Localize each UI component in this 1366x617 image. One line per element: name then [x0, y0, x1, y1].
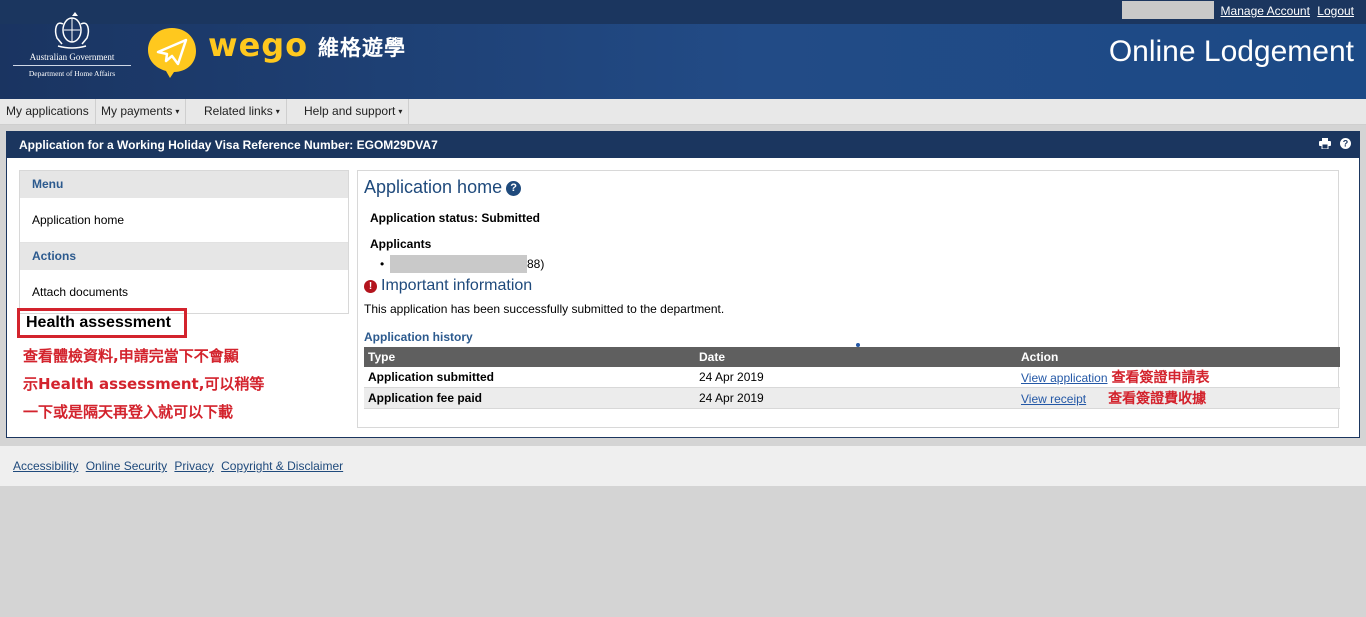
application-frame: Application for a Working Holiday Visa R…	[6, 131, 1360, 438]
important-information-heading: ! Important information	[364, 277, 532, 295]
manage-account-link[interactable]: Manage Account	[1221, 4, 1310, 18]
help-icon[interactable]: ?	[506, 181, 522, 196]
nav-my-applications[interactable]: My applications	[0, 99, 96, 124]
menu-section-menu: Menu	[20, 171, 348, 198]
applicants-label: Applicants	[370, 237, 432, 251]
copyright-disclaimer-link[interactable]: Copyright & Disclaimer	[221, 459, 343, 473]
health-assessment-annotation: Health assessment	[17, 308, 187, 338]
redacted-applicant-name	[390, 255, 527, 273]
privacy-link[interactable]: Privacy	[174, 459, 213, 473]
view-application-link[interactable]: View application	[1021, 371, 1108, 385]
nav-label: Related links	[204, 104, 273, 118]
side-menu: Menu Application home Actions Attach doc…	[19, 170, 349, 314]
footer-links: Accessibility Online Security Privacy Co…	[13, 459, 347, 473]
frame-tools: ?	[1313, 132, 1351, 158]
gov-divider	[13, 65, 131, 66]
wego-brand: wego	[208, 26, 309, 64]
cell-type: Application fee paid	[364, 387, 695, 409]
table-row: Application fee paid 24 Apr 2019 View re…	[364, 387, 1340, 409]
application-status: Application status: Submitted	[370, 211, 541, 225]
nav-label: My payments	[101, 104, 173, 118]
note-line: 一下或是隔天再登入就可以下載	[23, 403, 234, 421]
department-name: Department of Home Affairs	[28, 69, 116, 78]
main-nav: My applications My payments ▾ Related lin…	[0, 99, 1366, 125]
nav-label: My applications	[6, 104, 89, 118]
menu-item-application-home[interactable]: Application home	[20, 198, 348, 243]
cell-type: Application submitted	[364, 367, 695, 388]
important-title: Important information	[381, 277, 533, 294]
nav-related-links[interactable]: Related links ▾	[198, 99, 287, 124]
accessibility-link[interactable]: Accessibility	[13, 459, 78, 473]
cell-action: View application 查看簽證申請表	[1017, 367, 1340, 388]
menu-section-actions: Actions	[20, 243, 348, 270]
cell-action: View receipt 查看簽證費收據	[1017, 387, 1340, 409]
application-home-panel: Application home? Application status: Su…	[357, 170, 1340, 428]
chevron-down-icon: ▾	[275, 107, 280, 116]
chevron-down-icon: ▾	[175, 107, 180, 116]
note-line: 查看體檢資料,申請完當下不會顯	[23, 347, 239, 365]
note-line: 示Health assessment,可以稍等	[23, 375, 265, 393]
logout-link[interactable]: Logout	[1317, 4, 1354, 18]
table-header-row: Type Date Action	[364, 347, 1340, 367]
column-header-action: Action	[1017, 347, 1340, 367]
site-footer: Accessibility Online Security Privacy Co…	[0, 446, 1366, 486]
print-icon[interactable]	[1318, 138, 1334, 152]
column-header-type: Type	[364, 347, 695, 367]
nav-label: Help and support	[304, 104, 396, 118]
panel-title-text: Application home	[364, 177, 503, 197]
chevron-down-icon: ▾	[398, 107, 403, 116]
svg-text:?: ?	[1343, 139, 1349, 149]
action-annotation: 查看簽證費收據	[1108, 391, 1207, 407]
help-icon[interactable]: ?	[1340, 138, 1351, 152]
applicant-suffix: 88)	[527, 257, 545, 271]
nav-my-payments[interactable]: My payments ▾	[95, 99, 187, 124]
wego-brand-cjk: 維格遊學	[318, 36, 406, 60]
cell-date: 24 Apr 2019	[695, 367, 1017, 388]
column-header-date: Date	[695, 347, 1017, 367]
cell-date: 24 Apr 2019	[695, 387, 1017, 409]
bullet-icon: •	[380, 257, 385, 271]
view-receipt-link[interactable]: View receipt	[1021, 392, 1086, 406]
table-row: Application submitted 24 Apr 2019 View a…	[364, 367, 1340, 388]
coat-of-arms-icon	[54, 12, 90, 49]
nav-help-support[interactable]: Help and support ▾	[298, 99, 410, 124]
frame-header: Application for a Working Holiday Visa R…	[7, 132, 1359, 158]
application-history-table: Type Date Action Application submitted 2…	[364, 347, 1340, 409]
account-links: Manage Account Logout	[1217, 4, 1354, 18]
health-assessment-note: 查看體檢資料,申請完當下不會顯 示Health assessment,可以稍等 …	[23, 342, 303, 426]
wego-plane-icon	[148, 28, 196, 78]
redacted-username	[1122, 1, 1214, 19]
panel-title: Application home?	[364, 177, 522, 198]
application-reference-title: Application for a Working Holiday Visa R…	[19, 138, 438, 152]
submission-success-message: This application has been successfully s…	[364, 302, 725, 316]
action-annotation: 查看簽證申請表	[1111, 370, 1210, 386]
gov-name: Australian Government	[29, 52, 115, 62]
online-security-link[interactable]: Online Security	[86, 459, 167, 473]
site-header: Australian Government Department of Home…	[0, 0, 1366, 99]
australian-government-logo: Australian Government Department of Home…	[8, 10, 136, 88]
page-title: Online Lodgement	[1108, 35, 1354, 68]
application-history-label: Application history	[364, 330, 473, 344]
alert-icon: !	[364, 280, 377, 293]
